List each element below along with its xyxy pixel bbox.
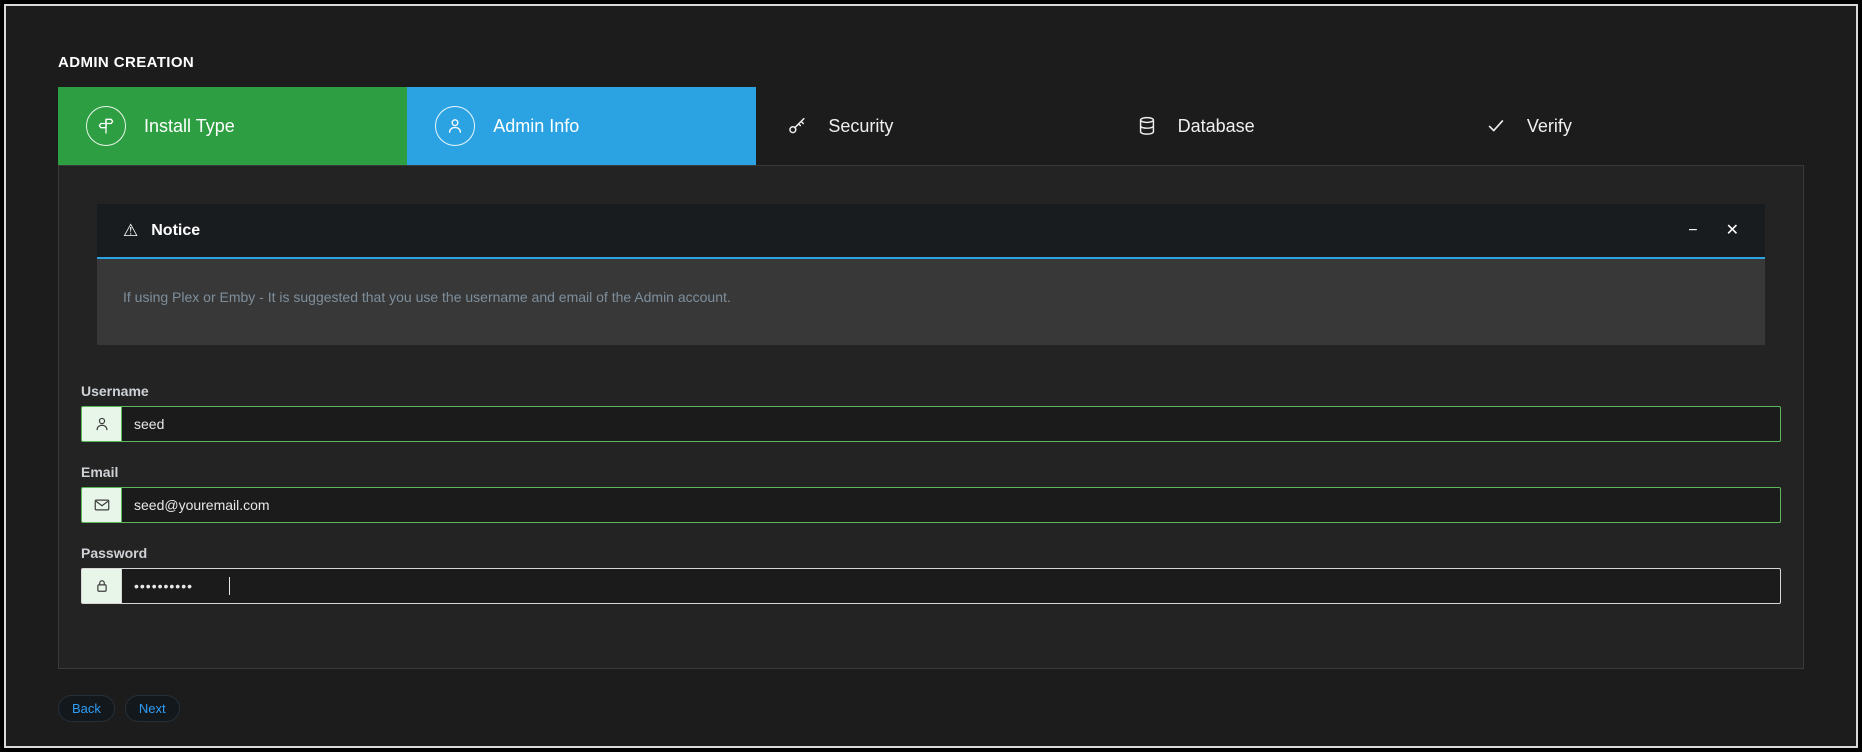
step-security[interactable]: Security	[756, 87, 1105, 165]
wizard-steps: Install Type Admin Info Security	[58, 87, 1804, 165]
admin-info-panel: ⚠ Notice − ✕ If using Plex or Emby - It …	[58, 165, 1804, 669]
password-field-group: Password	[81, 545, 1781, 604]
envelope-icon	[81, 487, 121, 523]
wizard-content: ADMIN CREATION Install Type Admin Info	[6, 54, 1856, 748]
signpost-icon	[86, 106, 126, 146]
check-icon	[1483, 113, 1509, 139]
email-input[interactable]	[121, 487, 1781, 523]
key-icon	[784, 113, 810, 139]
username-input-row	[81, 406, 1781, 442]
minimize-icon[interactable]: −	[1688, 223, 1697, 239]
user-icon	[435, 106, 475, 146]
username-label: Username	[81, 383, 1781, 399]
text-caret	[229, 577, 230, 595]
email-input-row	[81, 487, 1781, 523]
email-label: Email	[81, 464, 1781, 480]
password-label: Password	[81, 545, 1781, 561]
lock-icon	[81, 568, 121, 604]
warning-icon: ⚠	[123, 222, 138, 239]
password-input-row	[81, 568, 1781, 604]
close-icon[interactable]: ✕	[1726, 223, 1739, 239]
step-label: Database	[1178, 116, 1255, 137]
notice-box: ⚠ Notice − ✕ If using Plex or Emby - It …	[97, 204, 1765, 345]
step-admin-info[interactable]: Admin Info	[407, 87, 756, 165]
page-title: ADMIN CREATION	[58, 54, 1804, 71]
step-label: Install Type	[144, 116, 235, 137]
wizard-actions: Back Next	[58, 695, 1804, 748]
step-install-type[interactable]: Install Type	[58, 87, 407, 165]
username-field-group: Username	[81, 383, 1781, 442]
next-button[interactable]: Next	[125, 695, 180, 722]
database-icon	[1134, 113, 1160, 139]
step-label: Security	[828, 116, 893, 137]
back-button[interactable]: Back	[58, 695, 115, 722]
step-label: Admin Info	[493, 116, 579, 137]
email-field-group: Email	[81, 464, 1781, 523]
notice-controls: − ✕	[1688, 223, 1739, 239]
screen: ADMIN CREATION Install Type Admin Info	[0, 0, 1862, 752]
notice-text: If using Plex or Emby - It is suggested …	[97, 259, 1765, 345]
user-icon	[81, 406, 121, 442]
step-verify[interactable]: Verify	[1455, 87, 1804, 165]
app-window: ADMIN CREATION Install Type Admin Info	[4, 4, 1858, 748]
notice-header: ⚠ Notice − ✕	[97, 204, 1765, 259]
step-database[interactable]: Database	[1106, 87, 1455, 165]
notice-title: Notice	[151, 222, 200, 240]
username-input[interactable]	[121, 406, 1781, 442]
step-label: Verify	[1527, 116, 1572, 137]
password-input[interactable]	[121, 568, 1781, 604]
